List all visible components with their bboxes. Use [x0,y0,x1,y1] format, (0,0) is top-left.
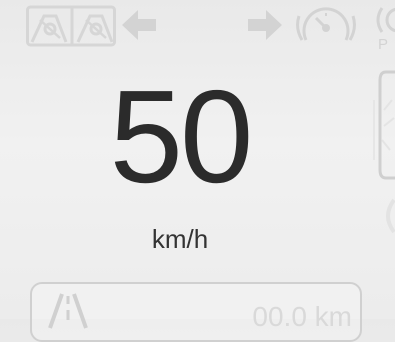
right-edge-indicators [372,0,395,319]
speed-unit-label: km/h [151,224,209,254]
trip-distance-value: 00.0 km [252,301,352,332]
door-open-icon [372,70,395,182]
warning-indicator-bar: P [0,0,395,55]
auxiliary-warning-icon [372,196,395,236]
left-turn-arrow-icon [120,8,158,42]
instrument-cluster: P 50 km/h 00.0 km [0,0,395,342]
seat-belt-warning-icon [26,4,118,48]
road-lane-icon [46,290,90,335]
speed-limiter-icon [296,6,356,46]
current-speed-value: 50 [109,63,254,210]
trip-info-panel: 00.0 km [30,282,362,342]
right-turn-arrow-icon [246,8,284,42]
